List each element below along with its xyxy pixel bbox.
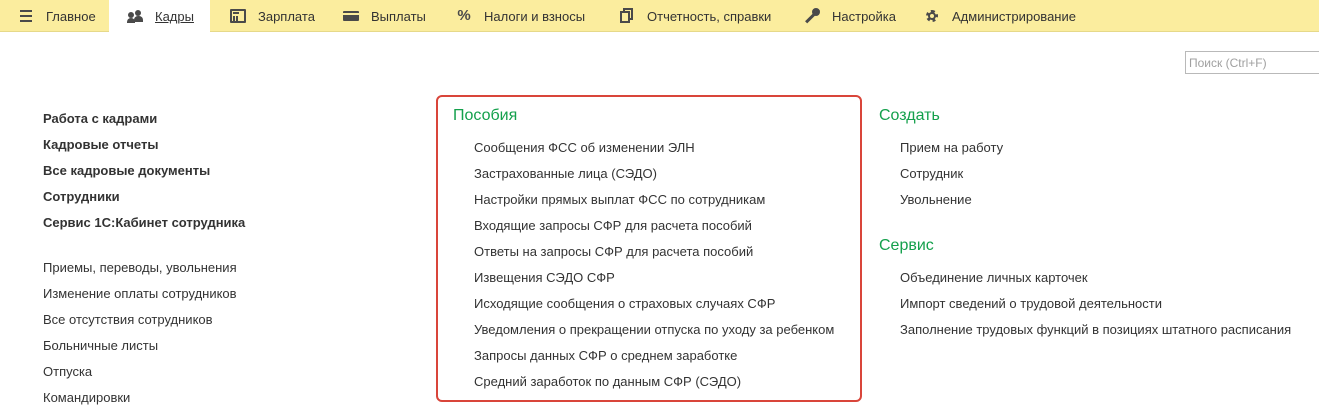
tab-taxes[interactable]: % Налоги и взносы <box>438 0 601 32</box>
percent-icon: % <box>457 7 471 24</box>
link-employees[interactable]: Сотрудники <box>43 189 120 204</box>
link-incoming-sfr-requests[interactable]: Входящие запросы СФР для расчета пособий <box>474 218 752 233</box>
tab-payments[interactable]: Выплаты <box>325 0 438 32</box>
gear-icon <box>924 8 940 24</box>
search-input[interactable] <box>1185 51 1319 74</box>
wrench-icon <box>804 8 820 24</box>
link-sfr-request-responses[interactable]: Ответы на запросы СФР для расчета пособи… <box>474 244 753 259</box>
link-employee-cabinet-service[interactable]: Сервис 1С:Кабинет сотрудника <box>43 215 245 230</box>
create-group-title: Создать <box>879 107 940 124</box>
users-icon <box>127 9 143 25</box>
tab-taxes-label: Налоги и взносы <box>484 8 586 24</box>
link-business-trips[interactable]: Командировки <box>43 390 130 405</box>
tab-reports[interactable]: Отчетность, справки <box>601 0 786 32</box>
tab-salary-label: Зарплата <box>258 8 315 24</box>
tab-settings-label: Настройка <box>832 8 896 24</box>
link-direct-payments-settings[interactable]: Настройки прямых выплат ФСС по сотрудник… <box>474 192 765 207</box>
link-hires-transfers-dismissals[interactable]: Приемы, переводы, увольнения <box>43 260 237 275</box>
tab-reports-label: Отчетность, справки <box>647 8 772 24</box>
tab-main[interactable]: Главное <box>0 0 109 32</box>
link-fss-eln-messages[interactable]: Сообщения ФСС об изменении ЭЛН <box>474 140 695 155</box>
menu-icon <box>18 8 34 24</box>
top-menu-bar: Главное Кадры Зарплата Выплаты % Налоги … <box>0 0 1319 33</box>
benefits-group-title: Пособия <box>453 107 518 124</box>
link-import-work-history[interactable]: Импорт сведений о трудовой деятельности <box>900 296 1162 311</box>
calculator-icon <box>230 9 246 23</box>
link-pay-changes[interactable]: Изменение оплаты сотрудников <box>43 286 237 301</box>
tab-administration[interactable]: Администрирование <box>906 0 1096 32</box>
link-insured-persons[interactable]: Застрахованные лица (СЭДО) <box>474 166 657 181</box>
link-average-earnings-sedo[interactable]: Средний заработок по данным СФР (СЭДО) <box>474 374 741 389</box>
link-childcare-leave-termination[interactable]: Уведомления о прекращении отпуска по ухо… <box>474 322 834 337</box>
link-new-employee[interactable]: Сотрудник <box>900 166 963 181</box>
link-hr-reports[interactable]: Кадровые отчеты <box>43 137 158 152</box>
tab-salary[interactable]: Зарплата <box>210 0 325 32</box>
link-outgoing-insurance-messages[interactable]: Исходящие сообщения о страховых случаях … <box>474 296 775 311</box>
link-sedo-notices[interactable]: Извещения СЭДО СФР <box>474 270 615 285</box>
link-sick-leaves[interactable]: Больничные листы <box>43 338 158 353</box>
tab-hr-label: Кадры <box>155 9 194 24</box>
link-average-earnings-requests[interactable]: Запросы данных СФР о среднем заработке <box>474 348 737 363</box>
link-all-absences[interactable]: Все отсутствия сотрудников <box>43 312 213 327</box>
link-merge-personal-cards[interactable]: Объединение личных карточек <box>900 270 1088 285</box>
documents-icon <box>619 8 635 24</box>
tab-settings[interactable]: Настройка <box>786 0 906 32</box>
link-hr-work[interactable]: Работа с кадрами <box>43 111 157 126</box>
link-vacations[interactable]: Отпуска <box>43 364 92 379</box>
tab-hr[interactable]: Кадры <box>109 0 210 33</box>
tab-main-label: Главное <box>46 8 96 24</box>
link-fill-job-functions[interactable]: Заполнение трудовых функций в позициях ш… <box>900 322 1291 337</box>
link-hire[interactable]: Прием на работу <box>900 140 1003 155</box>
tab-administration-label: Администрирование <box>952 8 1076 24</box>
service-group-title: Сервис <box>879 237 934 254</box>
link-dismissal[interactable]: Увольнение <box>900 192 972 207</box>
link-all-hr-documents[interactable]: Все кадровые документы <box>43 163 210 178</box>
wallet-icon <box>343 8 359 24</box>
tab-payments-label: Выплаты <box>371 8 426 24</box>
